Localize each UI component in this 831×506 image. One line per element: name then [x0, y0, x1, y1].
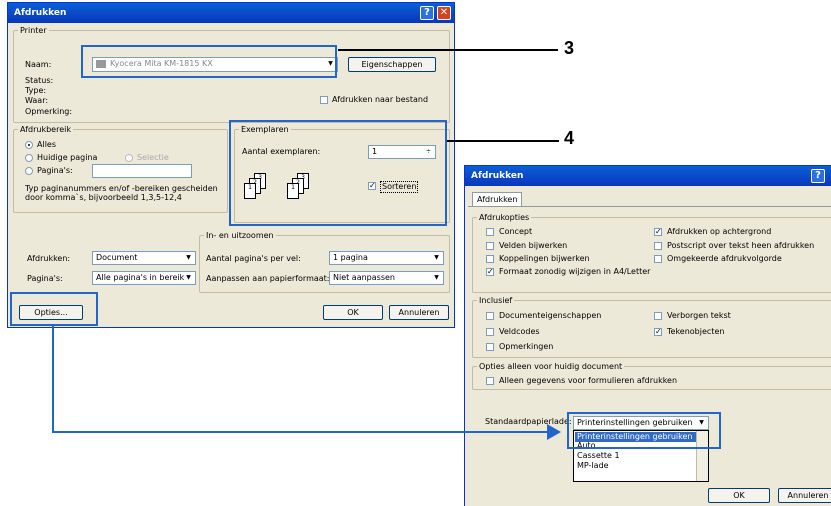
- postscript-checkbox[interactable]: [654, 242, 662, 250]
- options-dialog-title: Afdrukken: [471, 171, 524, 181]
- hidden-text-label: Verborgen tekst: [667, 311, 731, 320]
- drawing-objects-label: Tekenobjecten: [667, 327, 725, 336]
- type-label: Type:: [25, 86, 47, 95]
- connector-horizontal: [52, 431, 549, 433]
- printer-legend: Printer: [20, 26, 47, 35]
- connector-vertical: [52, 326, 54, 433]
- tray-highlight: [567, 412, 721, 449]
- print-what-value: Document: [96, 253, 138, 262]
- draft-label: Concept: [499, 227, 533, 236]
- where-label: Waar:: [25, 96, 49, 105]
- per-sheet-value: 1 pagina: [333, 253, 368, 262]
- field-codes-label: Veldcodes: [499, 327, 540, 336]
- draft-checkbox[interactable]: [486, 228, 494, 236]
- zoom-legend: In- en uitzoomen: [206, 231, 274, 240]
- print-dialog-title: Afdrukken: [14, 8, 67, 18]
- pages-label: Pagina's:: [27, 274, 63, 283]
- pages-select[interactable]: Alle pagina's in bereik ▼: [92, 271, 196, 285]
- printer-name-highlight: [81, 45, 337, 78]
- page: Afdrukken ? ✕ Printer Naam: Kyocera Mita…: [0, 0, 831, 506]
- print-dialog-titlebar: Afdrukken ? ✕: [8, 3, 454, 23]
- range-hint-line2: door komma`s, bijvoorbeeld 1,3,5-12,4: [25, 193, 182, 202]
- print-to-file-checkbox[interactable]: [320, 96, 328, 104]
- cancel-button[interactable]: Annuleren: [389, 305, 449, 320]
- doc-properties-label: Documenteigenschappen: [499, 311, 602, 320]
- print-what-label: Afdrukken:: [27, 254, 71, 263]
- callout-line-4: [447, 140, 559, 142]
- cancel-button[interactable]: Annuleren: [778, 488, 831, 503]
- drawing-objects-checkbox[interactable]: ✓: [654, 328, 662, 336]
- update-fields-checkbox[interactable]: [486, 242, 494, 250]
- ok-button[interactable]: OK: [708, 488, 770, 503]
- range-current-radio[interactable]: [25, 154, 33, 162]
- close-icon[interactable]: ✕: [437, 6, 451, 20]
- chevron-down-icon: ▼: [186, 274, 191, 281]
- scale-label: Aanpassen aan papierformaat:: [206, 274, 330, 283]
- copies-highlight: [229, 120, 447, 226]
- callout-line-3: [338, 49, 558, 51]
- callout-4: 4: [564, 128, 575, 148]
- range-all-radio[interactable]: [25, 141, 33, 149]
- pages-value: Alle pagina's in bereik: [96, 273, 185, 282]
- ok-button[interactable]: OK: [323, 305, 383, 320]
- per-sheet-label: Aantal pagina's per vel:: [206, 254, 301, 263]
- print-options-dialog: Afdrukken ? Afdrukken Afdrukopties Conce…: [464, 165, 831, 506]
- scale-value: Niet aanpassen: [333, 273, 395, 282]
- chevron-down-icon: ▼: [186, 254, 191, 261]
- range-pages-input[interactable]: [92, 164, 192, 178]
- comments-checkbox[interactable]: [486, 343, 494, 351]
- reverse-order-checkbox[interactable]: [654, 255, 662, 263]
- background-print-label: Afdrukken op achtergrond: [667, 227, 772, 236]
- help-icon[interactable]: ?: [811, 169, 825, 183]
- doc-properties-checkbox[interactable]: [486, 312, 494, 320]
- print-what-select[interactable]: Document ▼: [92, 251, 196, 265]
- status-label: Status:: [25, 76, 54, 85]
- comments-label: Opmerkingen: [499, 342, 554, 351]
- chevron-down-icon: ▼: [434, 274, 439, 281]
- printer-name-label: Naam:: [25, 60, 52, 69]
- print-range-legend: Afdrukbereik: [20, 125, 71, 134]
- document-options-legend: Opties alleen voor huidig document: [479, 362, 623, 371]
- resize-a4-label: Formaat zonodig wijzigen in A4/Letter: [499, 267, 651, 276]
- tray-option[interactable]: Cassette 1: [575, 451, 620, 461]
- forms-data-checkbox[interactable]: [486, 377, 494, 385]
- callout-3: 3: [564, 38, 575, 58]
- print-options-legend: Afdrukopties: [479, 213, 530, 222]
- resize-a4-checkbox[interactable]: ✓: [486, 268, 494, 276]
- tray-option[interactable]: MP-lade: [575, 461, 609, 471]
- arrow-right-icon: [547, 424, 561, 440]
- range-all-label: Alles: [37, 140, 57, 149]
- range-selection-radio[interactable]: [125, 154, 133, 162]
- background-print-checkbox[interactable]: ✓: [654, 228, 662, 236]
- range-pages-radio[interactable]: [25, 167, 33, 175]
- update-links-checkbox[interactable]: [486, 255, 494, 263]
- options-button-highlight: [10, 292, 98, 326]
- include-legend: Inclusief: [479, 296, 513, 305]
- range-current-label: Huidige pagina: [37, 153, 98, 162]
- per-sheet-select[interactable]: 1 pagina ▼: [329, 251, 444, 265]
- range-selection-label: Selectie: [137, 153, 169, 162]
- field-codes-checkbox[interactable]: [486, 328, 494, 336]
- scale-select[interactable]: Niet aanpassen ▼: [329, 271, 444, 285]
- help-icon[interactable]: ?: [420, 6, 434, 20]
- tab-print[interactable]: Afdrukken: [472, 192, 523, 206]
- hidden-text-checkbox[interactable]: [654, 312, 662, 320]
- postscript-label: Postscript over tekst heen afdrukken: [667, 241, 815, 250]
- update-fields-label: Velden bijwerken: [499, 241, 568, 250]
- options-dialog-titlebar: Afdrukken ?: [465, 166, 831, 186]
- comment-label: Opmerking:: [25, 107, 73, 116]
- update-links-label: Koppelingen bijwerken: [499, 254, 590, 263]
- tab-panel: [468, 206, 831, 207]
- print-to-file-label: Afdrukken naar bestand: [332, 95, 429, 104]
- chevron-down-icon: ▼: [434, 254, 439, 261]
- reverse-order-label: Omgekeerde afdrukvolgorde: [667, 254, 782, 263]
- range-pages-label: Pagina's:: [37, 166, 73, 175]
- properties-button[interactable]: Eigenschappen: [348, 57, 436, 72]
- print-options-group: Afdrukopties: [472, 213, 831, 293]
- forms-data-label: Alleen gegevens voor formulieren afdrukk…: [499, 376, 678, 385]
